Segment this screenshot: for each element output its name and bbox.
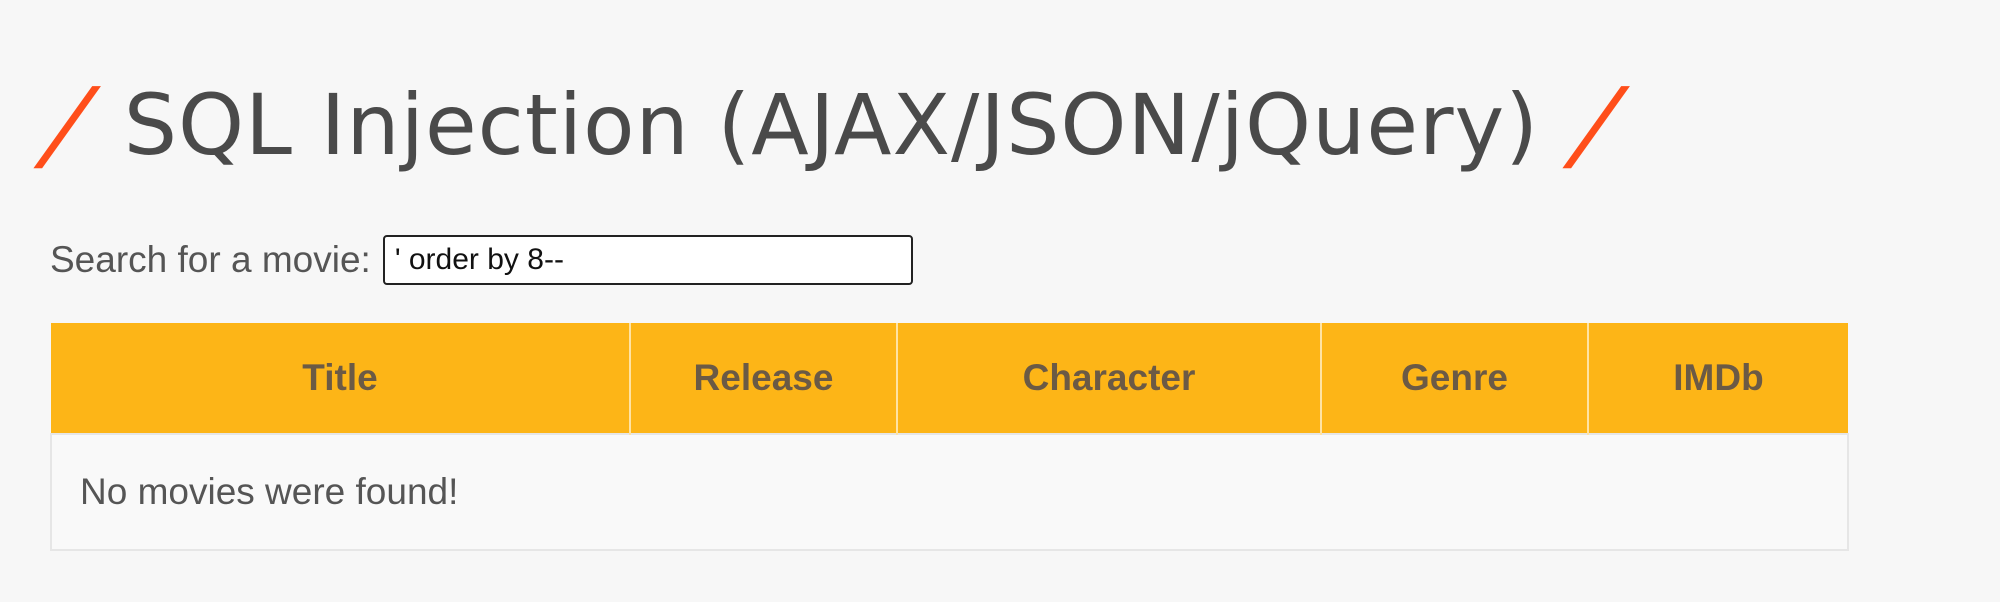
column-header-release: Release	[630, 323, 898, 434]
search-input[interactable]	[382, 235, 913, 285]
column-header-title: Title	[51, 323, 631, 434]
search-label: Search for a movie:	[50, 239, 371, 280]
page-content: / SQL Injection (AJAX/JSON/jQuery) / Sea…	[38, 40, 1910, 551]
table-row: No movies were found!	[50, 433, 1849, 551]
column-header-character: Character	[897, 323, 1322, 434]
empty-results-message: No movies were found!	[50, 433, 1849, 551]
page-header: / SQL Injection (AJAX/JSON/jQuery) /	[38, 40, 1910, 210]
search-form: Search for a movie:	[50, 232, 1910, 288]
title-slash-left: /	[37, 66, 97, 183]
title-slash-right: /	[1566, 66, 1626, 183]
column-header-imdb: IMDb	[1588, 323, 1848, 434]
page-title: SQL Injection (AJAX/JSON/jQuery)	[123, 76, 1540, 174]
movies-table: Title Release Character Genre IMDb No mo…	[50, 323, 1849, 551]
table-header-row: Title Release Character Genre IMDb	[51, 323, 1848, 434]
column-header-genre: Genre	[1321, 323, 1589, 434]
